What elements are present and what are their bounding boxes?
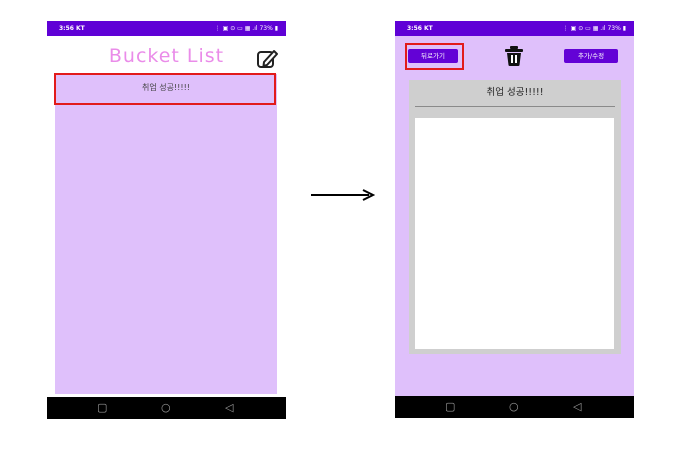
divider <box>415 106 615 107</box>
status-time: 3:56 KT <box>407 25 433 32</box>
detail-panel: 취업 성공!!!!! <box>409 80 621 354</box>
right-arrow-icon <box>311 189 375 201</box>
phone-screen-detail: 3:56 KT ⋮ ▣ ⊙ ▭ ▦ .ıl 73% ▮ 뒤로가기 추가/수정 취… <box>395 21 634 418</box>
status-time: 3:56 KT <box>59 25 85 32</box>
bucket-list <box>55 74 277 394</box>
highlight-box <box>405 43 464 70</box>
home-button[interactable]: ○ <box>161 397 171 419</box>
phone-screen-list: 3:56 KT ⋮ ▣ ⊙ ▭ ▦ .ıl 73% ▮ Bucket List … <box>47 21 286 419</box>
detail-content-area[interactable] <box>415 118 614 349</box>
app-title: Bucket List <box>108 45 225 67</box>
recent-apps-button[interactable]: ▢ <box>445 396 455 418</box>
back-nav-button[interactable]: ◁ <box>225 397 233 419</box>
detail-title: 취업 성공!!!!! <box>486 87 544 98</box>
add-edit-button[interactable]: 추가/수정 <box>564 49 618 63</box>
trash-icon[interactable] <box>503 45 525 67</box>
recent-apps-button[interactable]: ▢ <box>97 397 107 419</box>
status-indicators: ⋮ ▣ ⊙ ▭ ▦ .ıl 73% ▮ <box>214 25 278 32</box>
list-item[interactable]: 취업 성공!!!!! <box>55 82 277 93</box>
home-button[interactable]: ○ <box>509 396 519 418</box>
status-bar: 3:56 KT ⋮ ▣ ⊙ ▭ ▦ .ıl 73% ▮ <box>47 21 286 36</box>
status-indicators: ⋮ ▣ ⊙ ▭ ▦ .ıl 73% ▮ <box>562 25 626 32</box>
edit-pencil-icon[interactable] <box>255 47 279 71</box>
status-bar: 3:56 KT ⋮ ▣ ⊙ ▭ ▦ .ıl 73% ▮ <box>395 21 634 36</box>
navigation-bar: ▢ ○ ◁ <box>47 397 286 419</box>
navigation-bar: ▢ ○ ◁ <box>395 396 634 418</box>
back-nav-button[interactable]: ◁ <box>573 396 581 418</box>
